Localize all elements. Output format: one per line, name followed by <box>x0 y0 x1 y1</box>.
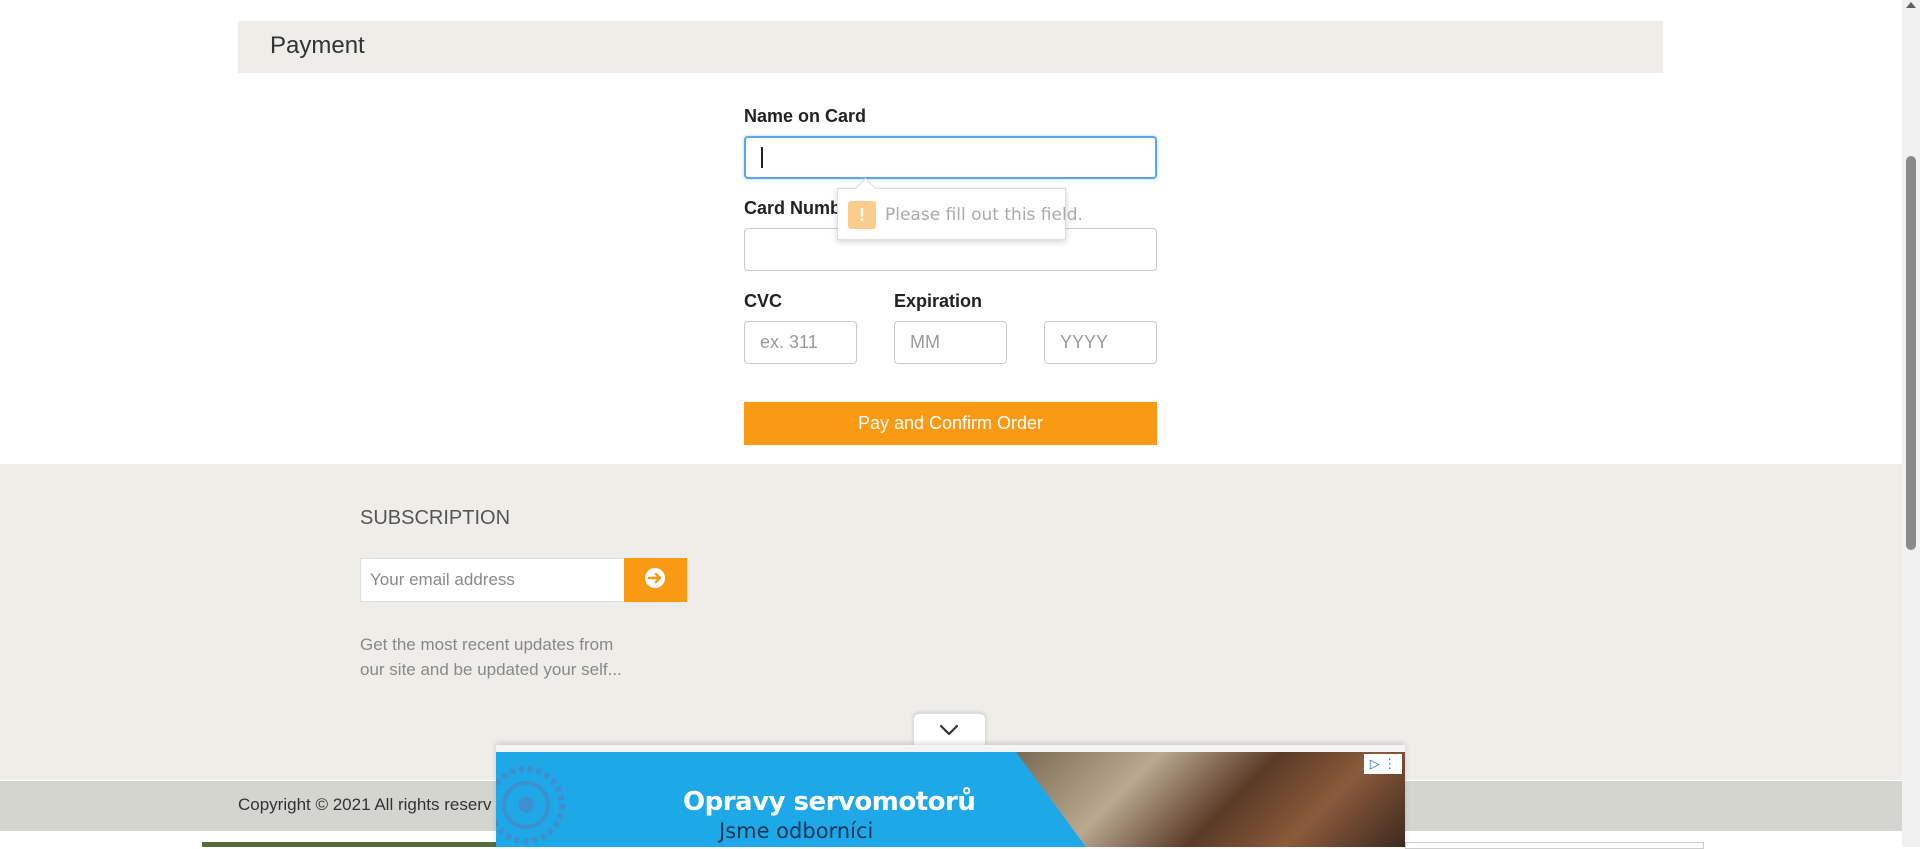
subscription-title: SUBSCRIPTION <box>360 507 511 529</box>
expiration-month-input[interactable]: MM <box>894 321 1007 364</box>
subscription-description: Get the most recent updates from our sit… <box>360 632 660 682</box>
subscription-description-line: our site and be updated your self... <box>360 660 622 679</box>
name-on-card-label: Name on Card <box>744 106 867 126</box>
name-on-card-input[interactable] <box>744 136 1157 179</box>
payment-header: Payment <box>238 21 1663 73</box>
tooltip-arrow <box>854 177 877 200</box>
copyright-text: Copyright © 2021 All rights reserv <box>238 795 492 814</box>
adchoices-icon[interactable]: ▷ ⋮ <box>1364 754 1402 774</box>
bottom-right-box <box>1405 842 1704 849</box>
page-title: Payment <box>270 32 365 59</box>
scroll-thumb[interactable] <box>1906 156 1916 550</box>
subscribe-button[interactable] <box>624 558 687 602</box>
subscription-email-input[interactable]: Your email address <box>360 558 625 602</box>
expiration-label: Expiration <box>894 291 983 311</box>
validation-tooltip: ! Please fill out this field. <box>837 177 1083 240</box>
ad-top-border <box>496 745 1405 752</box>
validation-message: Please fill out this field. <box>885 205 1083 225</box>
expiration-year-input[interactable]: YYYY <box>1044 321 1157 364</box>
text-caret <box>761 147 763 168</box>
cvc-label: CVC <box>744 291 783 311</box>
scroll-up-arrow-icon[interactable] <box>1906 2 1916 8</box>
ad-collapse-button[interactable] <box>913 713 986 746</box>
vertical-scrollbar[interactable] <box>1902 0 1920 847</box>
arrow-circle-right-icon <box>645 568 665 588</box>
servo-motor-logo-icon <box>496 766 565 844</box>
chevron-down-icon <box>939 724 959 736</box>
subscription-description-line: Get the most recent updates from <box>360 635 614 654</box>
ad-banner[interactable]: Opravy servomotorů Jsme odborníci ▷ ⋮ <box>496 745 1405 847</box>
ad-subline: Jsme odborníci <box>719 819 874 843</box>
pay-and-confirm-button[interactable]: Pay and Confirm Order <box>744 402 1157 445</box>
cvc-input[interactable]: ex. 311 <box>744 321 857 364</box>
ad-headline: Opravy servomotorů <box>683 787 976 817</box>
warning-icon: ! <box>848 201 876 229</box>
ad-photo <box>1016 752 1405 847</box>
